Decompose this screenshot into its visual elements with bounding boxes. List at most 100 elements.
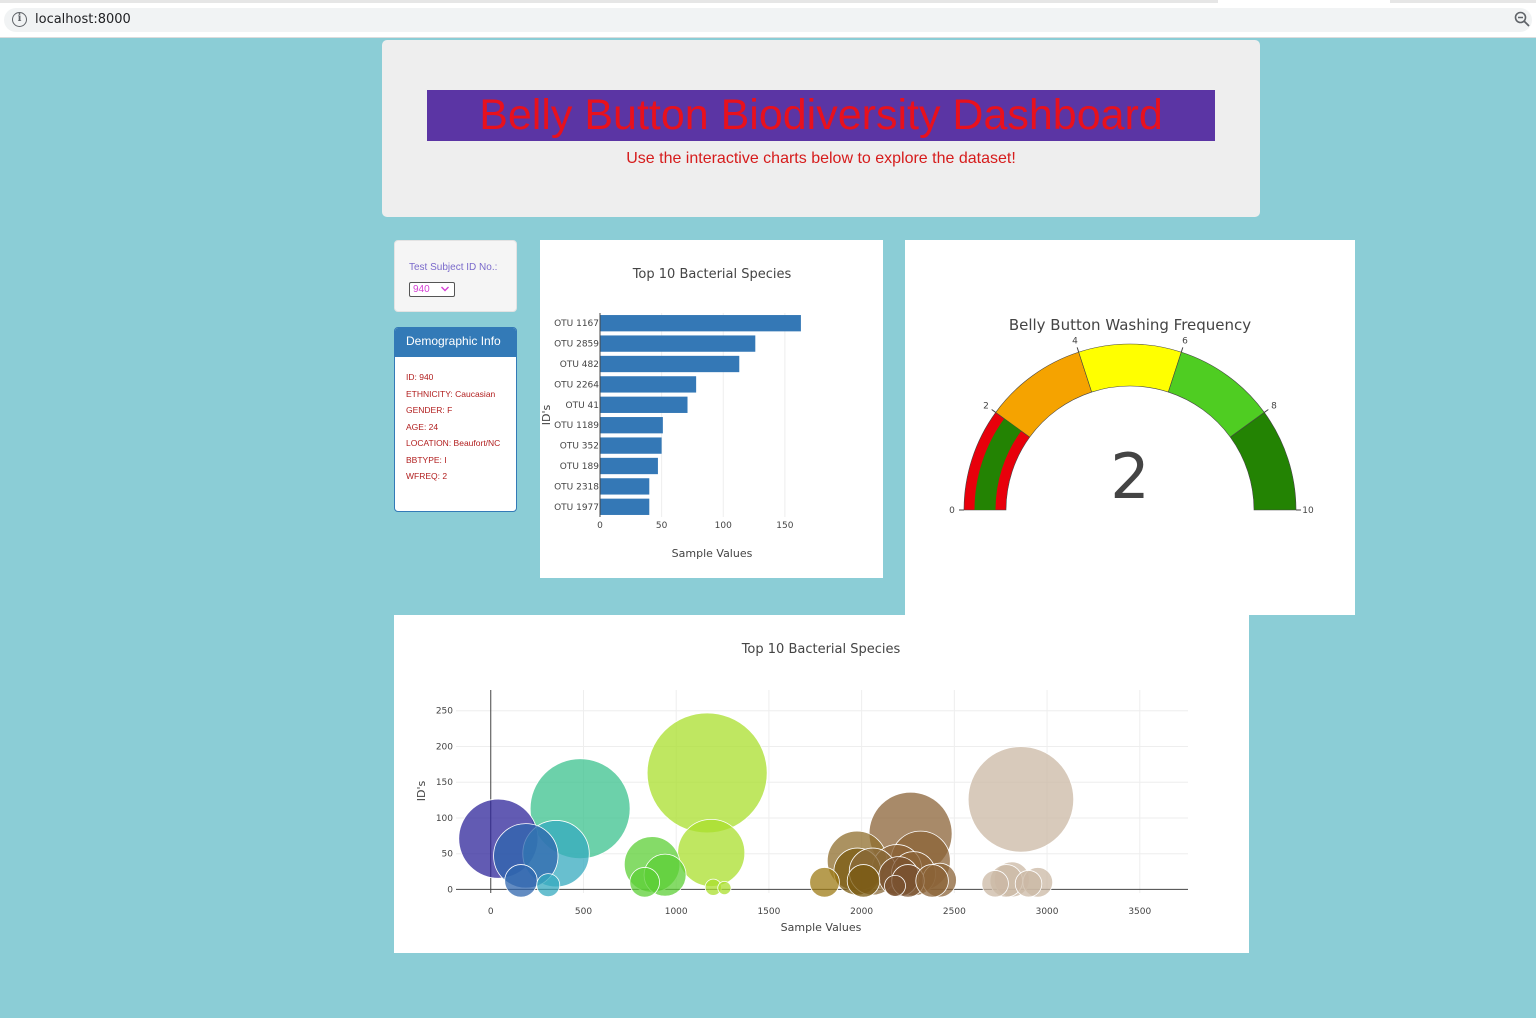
browser-address-bar: i localhost:8000 (0, 0, 1536, 38)
gauge-tick-label: 10 (1302, 506, 1314, 516)
bar-y-axis-label: ID's (540, 405, 553, 426)
bar-category-label: OTU 189 (560, 462, 599, 472)
gauge-title: Belly Button Washing Frequency (1009, 316, 1251, 334)
bubble-point (884, 874, 906, 897)
gauge-tick-label: 8 (1271, 401, 1277, 411)
bubble-chart-card: Top 10 Bacterial Species 0 50 100 150 200 250 0… (394, 615, 1249, 953)
bar-category-label: OTU 41 (566, 401, 599, 411)
gauge-tick-label: 6 (1182, 337, 1188, 347)
gauge-tick (1076, 347, 1080, 353)
bubble-x-tick-label: 3000 (1036, 907, 1059, 917)
gauge-chart: Belly Button Washing Frequency 0 2 4 6 8 10 2 (949, 316, 1314, 516)
bar (600, 355, 740, 373)
bar (600, 457, 658, 475)
gauge-tick-label: 2 (983, 401, 989, 411)
bar-category-label: OTU 1977 (554, 503, 599, 513)
bubble-y-tick-label: 150 (436, 778, 453, 788)
bar-x-tick-label: 100 (715, 521, 732, 531)
bubble-x-tick-label: 1000 (665, 907, 688, 917)
subject-selector-panel: Test Subject ID No.: 940 (394, 240, 517, 312)
bubble-x-tick-label: 0 (488, 907, 494, 917)
bubble-x-tick-label: 1500 (757, 907, 780, 917)
demo-id: ID: 940 (406, 372, 434, 382)
gauge-tick (991, 409, 996, 413)
bar-chart: Top 10 Bacterial Species 0 50 100 150 OTU 116… (540, 267, 801, 560)
bubble-y-tick-label: 200 (436, 742, 453, 752)
selected-subject-id: 940 (413, 284, 430, 295)
bubble-x-tick-label: 500 (575, 907, 592, 917)
bubble-chart-title: Top 10 Bacterial Species (741, 642, 901, 657)
bubble-point (967, 746, 1075, 853)
bar-x-tick-label: 0 (597, 521, 603, 531)
bubble-y-axis-label: ID's (415, 781, 428, 802)
bubble-y-tick-label: 100 (436, 814, 453, 824)
bubble-point (1014, 870, 1043, 898)
bar-category-label: OTU 482 (560, 360, 599, 370)
bar (600, 498, 650, 515)
page-title: Belly Button Biodiversity Dashboard (479, 91, 1163, 139)
bubble-y-tick-label: 50 (442, 850, 454, 860)
bubble-point (915, 864, 949, 898)
bar (600, 396, 688, 413)
bar-category-label: OTU 352 (560, 442, 599, 452)
bar (600, 376, 697, 393)
info-icon[interactable]: i (12, 12, 27, 27)
bubble-point (536, 873, 561, 898)
bar-category-label: OTU 2264 (554, 380, 599, 390)
bar-x-tick-label: 50 (656, 521, 668, 531)
bar-chart-title: Top 10 Bacterial Species (632, 267, 792, 282)
gauge-tick-label: 0 (949, 506, 955, 516)
bubble-point (646, 712, 768, 834)
demo-bbtype: BBTYPE: I (406, 454, 447, 465)
bar-category-label: OTU 2318 (554, 482, 599, 492)
demo-wfreq: WFREQ: 2 (406, 471, 448, 481)
url-field[interactable]: i localhost:8000 (4, 8, 1532, 32)
gauge-chart-card: Belly Button Washing Frequency 0 2 4 6 8 10 2 (905, 240, 1355, 615)
demographic-heading: Demographic Info (395, 328, 516, 357)
gauge-step (1078, 343, 1182, 393)
bubble-x-tick-label: 2500 (943, 907, 966, 917)
title-banner: Belly Button Biodiversity Dashboard (427, 90, 1215, 141)
bar (600, 417, 663, 434)
bubble-x-tick-label: 2000 (850, 907, 873, 917)
demo-ethnicity: ETHNICITY: Caucasian (406, 388, 496, 399)
bubble-x-axis-label: Sample Values (781, 921, 862, 934)
bar-chart-card: Top 10 Bacterial Species 0 50 100 150 OTU 116… (540, 240, 883, 578)
bar-category-label: OTU 1189 (554, 421, 599, 431)
demographic-body: ID: 940 ETHNICITY: Caucasian GENDER: F A… (395, 357, 516, 481)
bar-x-tick-label: 150 (776, 521, 793, 531)
bubble-y-tick-label: 250 (436, 707, 453, 717)
page-subtitle: Use the interactive charts below to expl… (626, 150, 1016, 167)
bar-x-axis-label: Sample Values (672, 547, 753, 560)
bubble-x-tick-label: 3500 (1128, 907, 1151, 917)
bubble-point (504, 864, 538, 898)
bubble-point (677, 819, 746, 887)
bubble-point (629, 867, 660, 898)
url-text[interactable]: localhost:8000 (35, 12, 131, 27)
bubble-point (981, 870, 1009, 898)
bar (600, 315, 801, 332)
header-jumbotron: Belly Button Biodiversity Dashboard Use … (382, 40, 1260, 217)
bar (600, 478, 650, 495)
bubble-point (717, 880, 732, 896)
zoom-icon[interactable] (1514, 11, 1530, 27)
gauge-tick (1264, 409, 1269, 413)
bubble-point (846, 864, 881, 898)
bubble-chart: Top 10 Bacterial Species0501001502002500… (415, 642, 1188, 934)
demographic-info-panel: Demographic Info ID: 940 ETHNICITY: Cauc… (394, 327, 517, 512)
bubble-point (809, 867, 840, 898)
bubble-y-tick-label: 0 (447, 885, 453, 895)
demo-location: LOCATION: Beaufort/NC (406, 438, 501, 448)
bar-category-label: OTU 2859 (554, 340, 599, 350)
gauge-tick-label: 4 (1072, 337, 1078, 347)
subject-id-select[interactable]: 940 (409, 282, 455, 297)
gauge-value: 2 (1110, 440, 1149, 513)
bar-category-label: OTU 1167 (554, 319, 599, 329)
chevron-down-icon (441, 286, 449, 292)
tab-strip-edge (0, 0, 1536, 3)
demo-age: AGE: 24 (406, 421, 439, 432)
demo-gender: GENDER: F (406, 405, 453, 415)
selector-label: Test Subject ID No.: (409, 262, 498, 273)
bar (600, 335, 756, 352)
gauge-tick (1180, 347, 1184, 353)
